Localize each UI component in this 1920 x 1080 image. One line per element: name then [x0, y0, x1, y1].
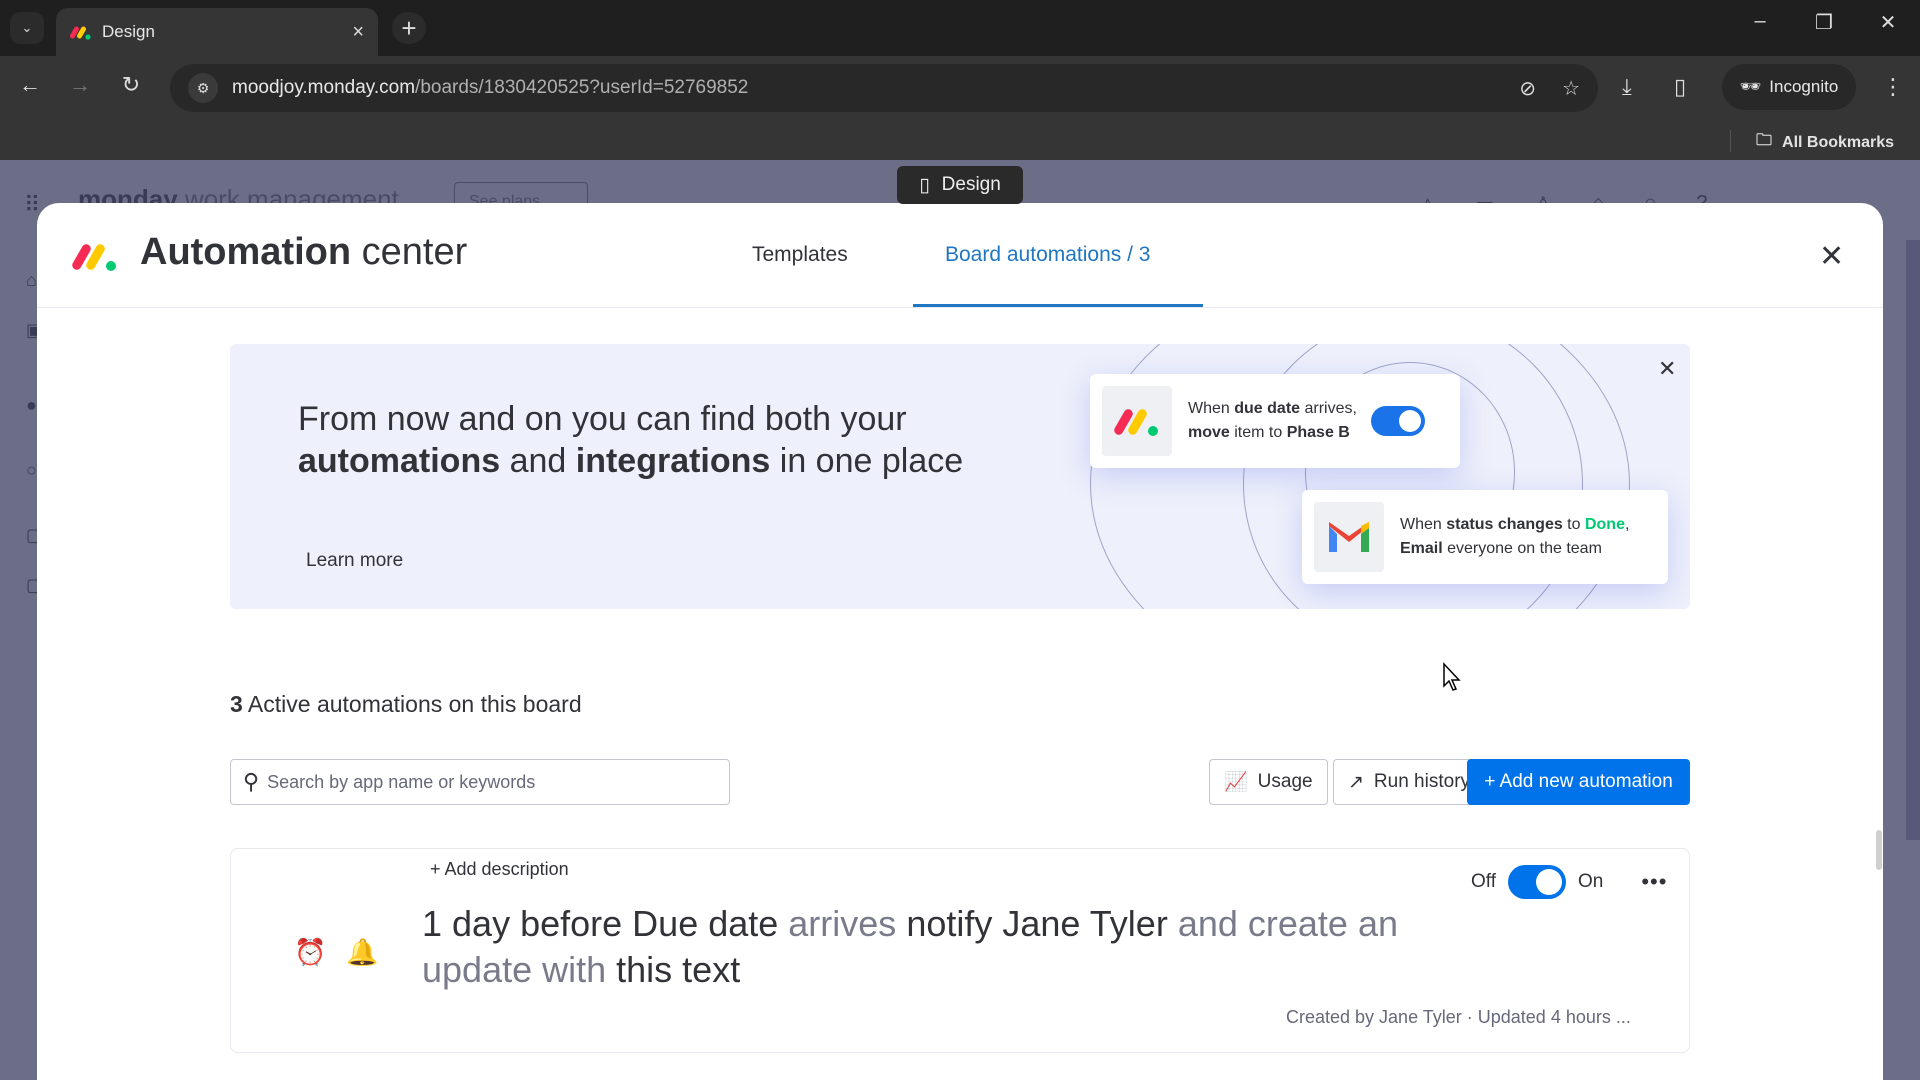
add-description-link[interactable]: + Add description [430, 859, 569, 880]
active-automations-heading: 3 Active automations on this board [230, 691, 582, 717]
eye-off-icon[interactable]: ⊘ [1519, 76, 1536, 101]
restore-button[interactable]: ❐ [1804, 10, 1844, 35]
bookmarks-bar: 🗀 All Bookmarks [0, 120, 1920, 160]
workspace-icon: ● [26, 395, 37, 415]
example-integration-text: When status changes to Done, Email every… [1400, 516, 1630, 557]
new-tab-button[interactable]: + [392, 12, 426, 44]
all-bookmarks-button[interactable]: 🗀 All Bookmarks [1756, 129, 1894, 156]
url-text[interactable]: moodjoy.monday.com/boards/1830420525?use… [232, 77, 1493, 99]
modal-scrollbar[interactable] [1876, 830, 1882, 870]
forward-arrow-icon[interactable]: → [64, 72, 96, 98]
reload-icon[interactable]: ↻ [115, 72, 147, 98]
monday-logo-icon [72, 244, 116, 271]
run-history-label: Run history [1373, 771, 1471, 792]
modal-header: Automation center Templates Board automa… [37, 203, 1883, 308]
browser-menu-icon[interactable]: ⋮ [1882, 74, 1904, 100]
star-icon[interactable]: ☆ [1562, 76, 1580, 101]
browser-tab[interactable]: Design × [56, 8, 378, 56]
example-automation-text: When due date arrives, move item to Phas… [1188, 400, 1357, 441]
automation-type-icons: ⏰ 🔔 [294, 937, 379, 968]
site-settings-icon[interactable]: ⚙ [188, 73, 218, 103]
add-new-automation-button[interactable]: + Add new automation [1467, 759, 1690, 805]
on-label: On [1578, 871, 1604, 892]
tab-templates[interactable]: Templates [752, 243, 848, 267]
tab-search-button[interactable]: ⌄ [10, 12, 44, 44]
automation-meta: Created by Jane Tyler · Updated 4 hours … [1286, 1007, 1631, 1027]
address-bar[interactable]: ⚙ moodjoy.monday.com/boards/1830420525?u… [170, 64, 1598, 112]
automation-on-off-toggle[interactable] [1508, 865, 1566, 899]
search-field[interactable]: ⚲ [230, 759, 730, 805]
modal-title: Automation center [140, 231, 468, 273]
sidebar-panel-icon: ▯ [919, 174, 930, 196]
monday-app-icon [1102, 386, 1172, 456]
browser-tabstrip: ⌄ Design × + – ❐ ✕ [0, 0, 1920, 56]
example-toggle [1370, 406, 1425, 436]
gmail-icon [1314, 502, 1384, 572]
run-history-button[interactable]: ↗ Run history [1333, 759, 1486, 805]
automation-recipe[interactable]: 1 day before Due date arrives notify Jan… [422, 901, 1462, 993]
automation-center-modal: Automation center Templates Board automa… [37, 203, 1883, 1080]
more-options-icon[interactable]: ••• [1641, 869, 1667, 895]
all-bookmarks-label: All Bookmarks [1782, 133, 1895, 151]
bell-icon: 🔔 [346, 937, 379, 967]
search-input[interactable] [267, 771, 717, 793]
active-tab-indicator [913, 304, 1203, 307]
minimize-button[interactable]: – [1740, 10, 1780, 33]
close-window-button[interactable]: ✕ [1868, 10, 1908, 35]
tab-title: Design [102, 22, 155, 41]
incognito-badge[interactable]: 🕶 Incognito [1722, 64, 1856, 110]
tab-board-automations[interactable]: Board automations / 3 [945, 243, 1150, 267]
incognito-icon: 🕶 [1739, 77, 1762, 96]
learn-more-link[interactable]: Learn more [306, 550, 403, 572]
search-icon: ⚲ [243, 769, 260, 794]
browser-toolbar: ← → ↻ ⚙ moodjoy.monday.com/boards/183042… [0, 56, 1920, 120]
example-automation-card: When due date arrives, move item to Phas… [1090, 374, 1460, 468]
example-integration-card: When status changes to Done, Email every… [1302, 490, 1668, 584]
folder-icon: 🗀 [1756, 132, 1773, 149]
design-chip-label: Design [941, 174, 1001, 195]
incognito-label: Incognito [1769, 77, 1839, 96]
side-panel-icon[interactable]: ▯ [1674, 74, 1686, 100]
bookmarks-divider [1730, 130, 1731, 152]
modal-close-icon[interactable]: ✕ [1819, 239, 1844, 274]
home-icon: ⌂ [26, 270, 37, 290]
banner-close-icon[interactable]: ✕ [1658, 356, 1676, 382]
alarm-clock-icon: ⏰ [294, 937, 327, 967]
off-label: Off [1471, 871, 1496, 892]
mouse-cursor-icon [1443, 662, 1461, 691]
monday-favicon-icon [70, 26, 91, 40]
integrations-banner: From now and on you can find both your a… [230, 344, 1690, 609]
chart-icon: 📈 [1224, 772, 1248, 793]
back-arrow-icon[interactable]: ← [14, 72, 46, 98]
automation-toggle-row: Off On ••• [1471, 865, 1667, 899]
chevron-down-icon: ⌄ [21, 20, 33, 35]
trend-icon: ↗ [1348, 771, 1364, 793]
usage-label: Usage [1257, 771, 1313, 792]
usage-button[interactable]: 📈 Usage [1209, 759, 1328, 805]
design-board-chip: ▯ Design [897, 166, 1023, 204]
page-scrollbar [1906, 240, 1920, 840]
automation-card[interactable]: + Add description ⏰ 🔔 1 day before Due d… [230, 848, 1690, 1053]
banner-headline: From now and on you can find both your a… [298, 400, 964, 480]
download-icon[interactable]: ⤓ [1622, 74, 1632, 100]
tab-close-icon[interactable]: × [352, 21, 364, 44]
search-side-icon: ○ [26, 460, 37, 480]
